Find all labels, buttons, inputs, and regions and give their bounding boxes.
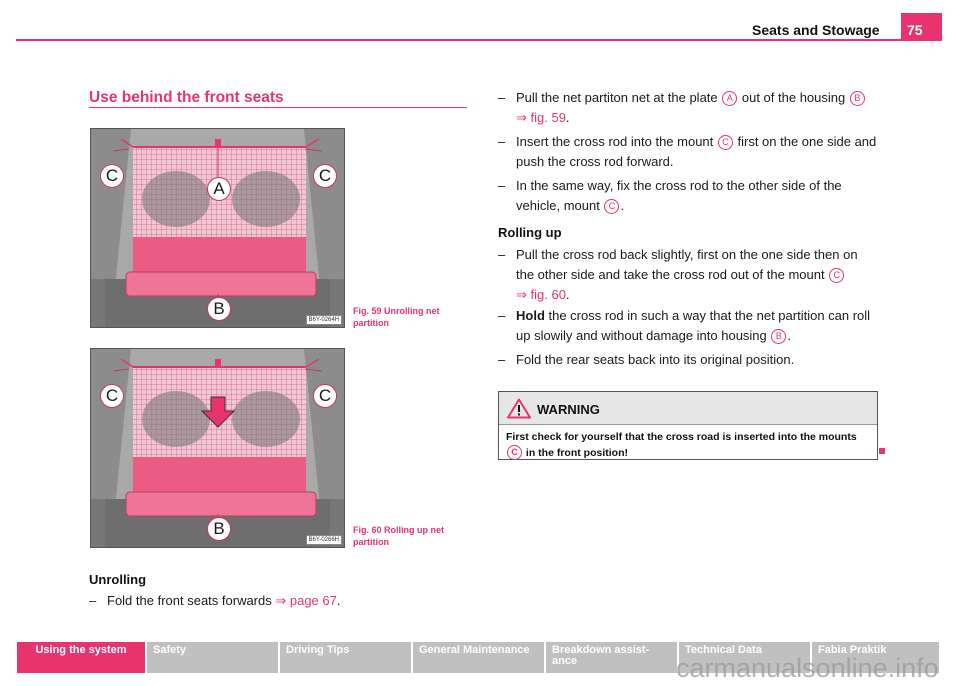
step-text: Fold the front seats forwards <box>107 593 276 608</box>
nav-tab-using-the-system[interactable]: Using the system <box>17 642 145 673</box>
step-pull-net: – Pull the net partiton net at the plate… <box>498 88 878 128</box>
callout-b-icon: B <box>849 91 865 106</box>
step-fold-rear-seats: – Fold the rear seats back into its orig… <box>498 350 878 370</box>
step-text: out of the housing <box>738 90 849 105</box>
callout-c-right: C <box>313 164 337 188</box>
callout-b: B <box>207 517 231 541</box>
fig-59-link[interactable]: ⇒ fig. 59 <box>516 110 566 125</box>
callout-c-left: C <box>100 384 124 408</box>
punct: . <box>620 198 625 213</box>
callout-a: A <box>207 177 231 201</box>
nav-tab-safety[interactable]: Safety <box>147 642 278 673</box>
step-text: In the same way, fix the cross rod to th… <box>516 178 842 213</box>
punct: . <box>565 287 570 302</box>
punct: . <box>787 328 792 343</box>
header-title: Seats and Stowage <box>752 22 880 38</box>
warning-triangle-icon <box>507 398 531 419</box>
bullet-dash: – <box>498 352 506 367</box>
page-67-link[interactable]: ⇒ page 67 <box>275 593 337 608</box>
nav-tab-breakdown-assistance[interactable]: Breakdown assist-ance <box>546 642 677 673</box>
figure-code: B6Y-0264H <box>305 315 342 325</box>
watermark: carmanualsonline.info <box>676 653 939 683</box>
warning-text-part: First check for yourself that the cross … <box>506 431 857 443</box>
callout-b: B <box>207 297 231 321</box>
step-text: Fold the rear seats back into its origin… <box>516 352 795 367</box>
step-text: Insert the cross rod into the mount <box>516 134 717 149</box>
step-hold-rod: – Hold the cross rod in such a way that … <box>498 306 878 346</box>
bold-text: Hold <box>516 308 545 323</box>
callout-a-icon: A <box>722 91 738 106</box>
bullet-dash: – <box>89 593 97 608</box>
nav-tab-driving-tips[interactable]: Driving Tips <box>280 642 411 673</box>
warning-box: WARNING First check for yourself that th… <box>498 391 878 460</box>
unrolling-heading: Unrolling <box>89 572 147 587</box>
fig-60-link[interactable]: ⇒ fig. 60 <box>516 287 566 302</box>
step-fix-other-side: – In the same way, fix the cross rod to … <box>498 176 878 216</box>
bullet-dash: – <box>498 134 506 149</box>
figure-59-caption: Fig. 59 Unrolling net partition <box>353 306 440 328</box>
callout-b-icon: B <box>771 329 787 344</box>
step-text: the cross rod in such a way that the net… <box>516 308 871 343</box>
bullet-dash: – <box>498 90 506 105</box>
warning-text: First check for yourself that the cross … <box>499 425 877 466</box>
step-fold-front-seats: – Fold the front seats forwards ⇒ page 6… <box>89 591 469 611</box>
punct: . <box>336 593 341 608</box>
step-pull-rod-back: – Pull the cross rod back slightly, firs… <box>498 245 878 305</box>
warning-label: WARNING <box>537 402 600 417</box>
section-end-marker <box>879 448 885 454</box>
figure-60-caption: Fig. 60 Rolling up net partition <box>353 525 444 547</box>
step-insert-rod: – Insert the cross rod into the mount C … <box>498 132 878 172</box>
figure-60-image: B C C B6Y-0266H <box>90 348 345 548</box>
page-number: 75 <box>901 13 942 40</box>
figure-code: B6Y-0266H <box>305 535 342 545</box>
bullet-dash: – <box>498 247 506 262</box>
callout-c-left: C <box>100 164 124 188</box>
callout-c-right: C <box>313 384 337 408</box>
bullet-dash: – <box>498 308 506 323</box>
section-rule <box>89 107 467 108</box>
header-rule <box>16 39 942 41</box>
figure-59-image: A B C C B6Y-0264H <box>90 128 345 328</box>
callout-c-icon: C <box>829 268 845 283</box>
bullet-dash: – <box>498 178 506 193</box>
callout-c-icon: C <box>604 199 620 214</box>
step-text: Pull the cross rod back slightly, first … <box>516 247 858 282</box>
rolling-up-heading: Rolling up <box>498 225 562 240</box>
step-text: Pull the net partiton net at the plate <box>516 90 722 105</box>
nav-tab-general-maintenance[interactable]: General Maintenance <box>413 642 544 673</box>
section-title: Use behind the front seats <box>89 89 284 106</box>
warning-header: WARNING <box>499 392 877 425</box>
callout-c-icon: C <box>717 135 733 150</box>
warning-text-part: in the front position! <box>523 447 628 459</box>
punct: . <box>565 110 570 125</box>
callout-c-icon: C <box>507 445 522 460</box>
